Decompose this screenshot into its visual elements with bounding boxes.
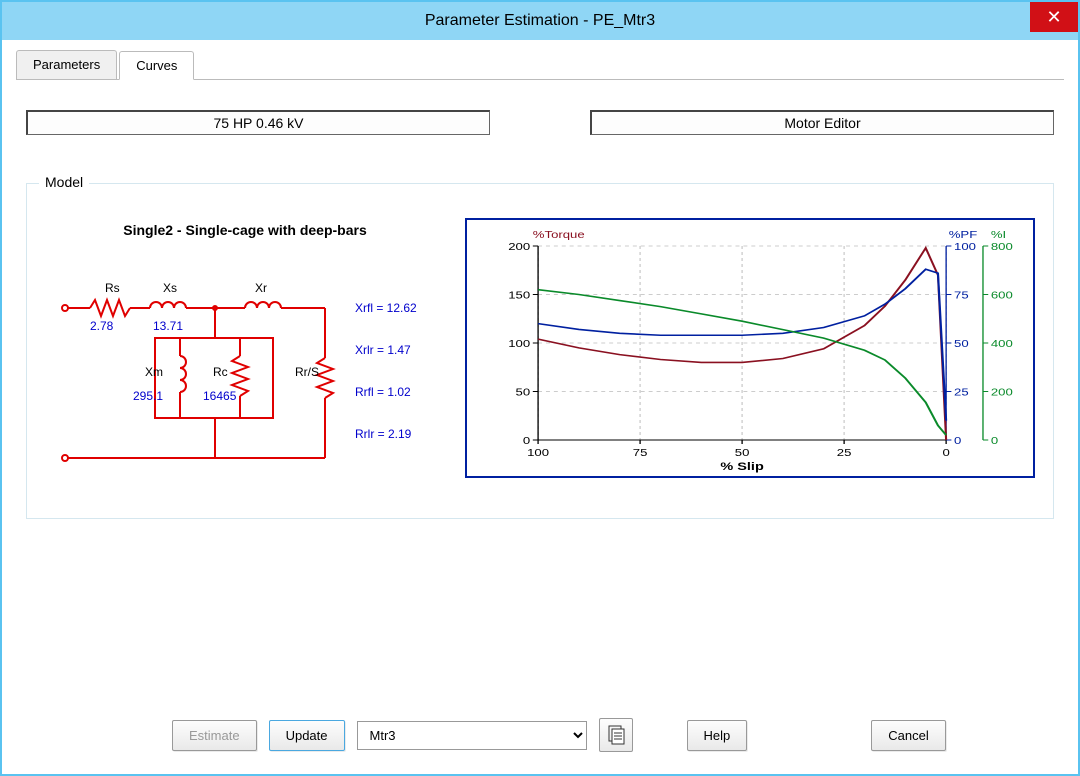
model-body: Single2 - Single-cage with deep-bars <box>45 208 1035 478</box>
svg-text:50: 50 <box>735 447 750 458</box>
window: Parameter Estimation - PE_Mtr3 ✕ Paramet… <box>0 0 1080 776</box>
value-rs: 2.78 <box>90 319 114 333</box>
report-button[interactable] <box>599 718 633 752</box>
svg-text:25: 25 <box>837 447 852 458</box>
chart-plot: 0501001502001007550250025507510002004006… <box>467 220 1033 476</box>
label-rrs: Rr/S <box>295 365 319 379</box>
info-row: 75 HP 0.46 kV Motor Editor <box>26 110 1054 135</box>
svg-text:150: 150 <box>508 290 531 301</box>
circuit-title: Single2 - Single-cage with deep-bars <box>45 222 445 238</box>
svg-text:0: 0 <box>523 435 531 446</box>
label-rs: Rs <box>105 281 120 295</box>
svg-text:%I: %I <box>991 229 1006 240</box>
svg-text:0: 0 <box>942 447 950 458</box>
rating-box: 75 HP 0.46 kV <box>26 110 490 135</box>
editor-box: Motor Editor <box>590 110 1054 135</box>
value-rrlr: Rrlr = 2.19 <box>355 427 412 441</box>
estimate-button: Estimate <box>172 720 257 751</box>
client-area: Parameters Curves 75 HP 0.46 kV Motor Ed… <box>2 40 1078 533</box>
svg-text:%PF: %PF <box>949 229 977 240</box>
svg-text:0: 0 <box>954 435 962 446</box>
svg-text:75: 75 <box>954 290 969 301</box>
button-bar: Estimate Update Mtr3 Help Cancel <box>2 718 1078 752</box>
label-xs: Xs <box>163 281 177 295</box>
svg-text:75: 75 <box>633 447 648 458</box>
help-button[interactable]: Help <box>687 720 748 751</box>
report-icon <box>606 725 626 745</box>
svg-text:%Torque: %Torque <box>533 229 585 240</box>
svg-text:50: 50 <box>954 338 969 349</box>
chart-column: 0501001502001007550250025507510002004006… <box>465 208 1035 478</box>
svg-text:400: 400 <box>991 338 1014 349</box>
tab-curves[interactable]: Curves <box>119 51 194 80</box>
value-xrlr: Xrlr = 1.47 <box>355 343 411 357</box>
circuit-column: Single2 - Single-cage with deep-bars <box>45 208 445 478</box>
chart-box: 0501001502001007550250025507510002004006… <box>465 218 1035 478</box>
model-legend: Model <box>39 174 89 190</box>
cancel-button[interactable]: Cancel <box>871 720 945 751</box>
label-xr: Xr <box>255 281 267 295</box>
close-icon: ✕ <box>1046 8 1061 26</box>
value-xm: 295.1 <box>133 389 163 403</box>
value-xs: 13.71 <box>153 319 183 333</box>
svg-text:% Slip: % Slip <box>720 460 764 473</box>
motor-select[interactable]: Mtr3 <box>357 721 587 750</box>
svg-text:25: 25 <box>954 387 969 398</box>
close-button[interactable]: ✕ <box>1030 2 1078 32</box>
titlebar: Parameter Estimation - PE_Mtr3 ✕ <box>2 2 1078 40</box>
svg-text:100: 100 <box>527 447 550 458</box>
value-rrfl: Rrfl = 1.02 <box>355 385 411 399</box>
value-xrfl: Xrfl = 12.62 <box>355 301 417 315</box>
window-title: Parameter Estimation - PE_Mtr3 <box>425 12 655 30</box>
model-group: Model Single2 - Single-cage with deep-ba… <box>26 183 1054 519</box>
update-button[interactable]: Update <box>269 720 345 751</box>
svg-text:100: 100 <box>508 338 531 349</box>
svg-text:600: 600 <box>991 290 1014 301</box>
label-rc: Rc <box>213 365 228 379</box>
value-rc: 16465 <box>203 389 237 403</box>
svg-text:200: 200 <box>991 387 1014 398</box>
svg-text:800: 800 <box>991 241 1014 252</box>
svg-text:0: 0 <box>991 435 999 446</box>
svg-text:100: 100 <box>954 241 977 252</box>
tab-strip: Parameters Curves <box>16 50 1064 80</box>
label-xm: Xm <box>145 365 163 379</box>
svg-text:50: 50 <box>516 387 531 398</box>
circuit-diagram: Rs Xs Xr 2.78 13.71 Xm Rc Rr/S 295.1 164… <box>45 248 445 478</box>
tab-parameters[interactable]: Parameters <box>16 50 117 79</box>
svg-text:200: 200 <box>508 241 531 252</box>
